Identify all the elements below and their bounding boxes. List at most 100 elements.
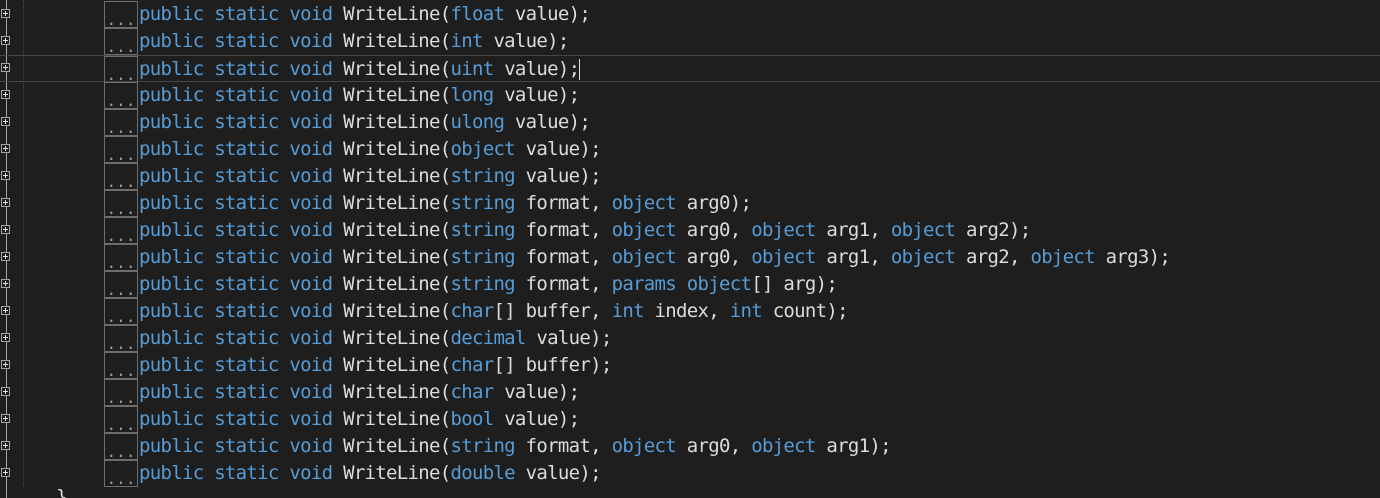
code-text[interactable]: public static void WriteLine(string form… (139, 271, 838, 298)
collapsed-region-marker[interactable]: ... (104, 433, 138, 460)
code-token: [] buffer, (493, 300, 612, 322)
keyword-token: public (139, 3, 204, 25)
collapsed-region-marker[interactable]: ... (104, 352, 138, 379)
keyword-token: void (289, 30, 333, 52)
keyword-token: public (139, 435, 204, 457)
code-token: WriteLine( (332, 246, 451, 268)
code-line-current[interactable]: ... public static void WriteLine(uint val… (0, 55, 1380, 83)
collapsed-region-marker[interactable]: ... (104, 271, 138, 298)
keyword-token: int (729, 300, 763, 322)
closing-brace[interactable]: } (56, 484, 67, 498)
code-text[interactable]: public static void WriteLine(bool value)… (139, 406, 580, 433)
code-line[interactable]: ... public static void WriteLine(string f… (0, 244, 1380, 271)
collapsed-region-marker[interactable]: ... (104, 217, 138, 244)
code-line[interactable]: ... public static void WriteLine(decimal … (0, 325, 1380, 352)
code-line[interactable]: ... public static void WriteLine(object v… (0, 136, 1380, 163)
code-line[interactable]: ... public static void WriteLine(char[] b… (0, 352, 1380, 379)
keyword-token: ulong (450, 111, 505, 133)
keyword-token: static (214, 327, 279, 349)
keyword-token: void (289, 354, 333, 376)
keyword-token: double (450, 462, 515, 484)
code-text[interactable]: public static void WriteLine(long value)… (139, 82, 580, 109)
code-text[interactable]: public static void WriteLine(string form… (139, 244, 1171, 271)
code-text[interactable]: public static void WriteLine(uint value)… (139, 56, 581, 83)
keyword-token: void (289, 58, 333, 80)
collapsed-region-marker[interactable]: ... (104, 244, 138, 271)
code-line[interactable]: ... public static void WriteLine(char[] b… (0, 298, 1380, 325)
keyword-token: int (450, 30, 483, 52)
keyword-token: void (289, 192, 333, 214)
collapsed-region-marker[interactable]: ... (104, 163, 138, 190)
code-text[interactable]: public static void WriteLine(int value); (139, 28, 569, 55)
code-text[interactable]: public static void WriteLine(ulong value… (139, 109, 591, 136)
code-token: value); (504, 111, 591, 133)
keyword-token: public (139, 300, 204, 322)
code-token: WriteLine( (332, 111, 451, 133)
code-text[interactable]: public static void WriteLine(char[] buff… (139, 298, 849, 325)
code-token: WriteLine( (332, 30, 451, 52)
code-editor[interactable]: ... public static void WriteLine(float va… (0, 0, 1380, 498)
collapsed-region-marker[interactable]: ... (104, 136, 138, 163)
code-line[interactable]: ... public static void WriteLine(double v… (0, 460, 1380, 487)
code-line[interactable]: ... public static void WriteLine(string f… (0, 271, 1380, 298)
code-token: arg3); (1094, 246, 1171, 268)
keyword-token: object (751, 246, 816, 268)
collapsed-region-marker[interactable]: ... (104, 406, 138, 433)
collapsed-region-marker[interactable]: ... (104, 1, 138, 28)
code-token: arg1, (815, 246, 891, 268)
keyword-token: object (611, 246, 677, 268)
code-text[interactable]: public static void WriteLine(string form… (139, 190, 752, 217)
code-line[interactable]: ... public static void WriteLine(float va… (0, 1, 1380, 28)
collapsed-region-marker[interactable]: ... (104, 28, 138, 55)
collapsed-region-marker[interactable]: ... (104, 460, 138, 487)
collapsed-region-marker[interactable]: ... (104, 56, 138, 83)
code-token: WriteLine( (332, 58, 451, 80)
keyword-token: char (450, 300, 494, 322)
code-token: arg0, (676, 219, 752, 241)
code-token: format, (514, 435, 612, 457)
code-line[interactable]: ... public static void WriteLine(bool val… (0, 406, 1380, 433)
code-line[interactable]: ... public static void WriteLine(long val… (0, 82, 1380, 109)
code-line[interactable]: ... public static void WriteLine(char val… (0, 379, 1380, 406)
keyword-token: string (450, 435, 515, 457)
collapsed-region-marker[interactable]: ... (104, 82, 138, 109)
code-text[interactable]: public static void WriteLine(float value… (139, 1, 591, 28)
keyword-token: public (139, 30, 204, 52)
keyword-token: void (289, 408, 333, 430)
keyword-token: public (139, 327, 204, 349)
code-line[interactable]: ... public static void WriteLine(string f… (0, 217, 1380, 244)
code-text[interactable]: public static void WriteLine(object valu… (139, 136, 602, 163)
code-text[interactable]: public static void WriteLine(string valu… (139, 163, 602, 190)
code-text[interactable]: public static void WriteLine(char value)… (139, 379, 580, 406)
code-token: WriteLine( (332, 408, 451, 430)
keyword-token: static (214, 462, 279, 484)
code-text[interactable]: public static void WriteLine(decimal val… (139, 325, 612, 352)
collapsed-region-marker[interactable]: ... (104, 109, 138, 136)
keyword-token: void (289, 246, 333, 268)
code-line[interactable]: ... public static void WriteLine(ulong va… (0, 109, 1380, 136)
code-line[interactable]: ... public static void WriteLine(string f… (0, 190, 1380, 217)
keyword-token: public (139, 165, 204, 187)
collapsed-region-marker[interactable]: ... (104, 298, 138, 325)
collapsed-region-marker[interactable]: ... (104, 190, 138, 217)
code-line[interactable]: ... public static void WriteLine(string v… (0, 163, 1380, 190)
keyword-token: public (139, 273, 204, 295)
code-text[interactable]: public static void WriteLine(char[] buff… (139, 352, 612, 379)
code-text[interactable]: public static void WriteLine(string form… (139, 433, 892, 460)
collapsed-region-marker[interactable]: ... (104, 325, 138, 352)
code-text[interactable]: public static void WriteLine(string form… (139, 217, 1031, 244)
code-line[interactable]: ... public static void WriteLine(int valu… (0, 28, 1380, 55)
code-token: WriteLine( (332, 3, 451, 25)
keyword-token: static (214, 381, 279, 403)
collapsed-region-marker[interactable]: ... (104, 379, 138, 406)
keyword-token: object (611, 219, 677, 241)
keyword-token: static (214, 138, 279, 160)
code-token: WriteLine( (332, 219, 451, 241)
code-text[interactable]: public static void WriteLine(double valu… (139, 460, 602, 487)
code-line[interactable]: ... public static void WriteLine(string f… (0, 433, 1380, 460)
code-token: value); (482, 30, 569, 52)
